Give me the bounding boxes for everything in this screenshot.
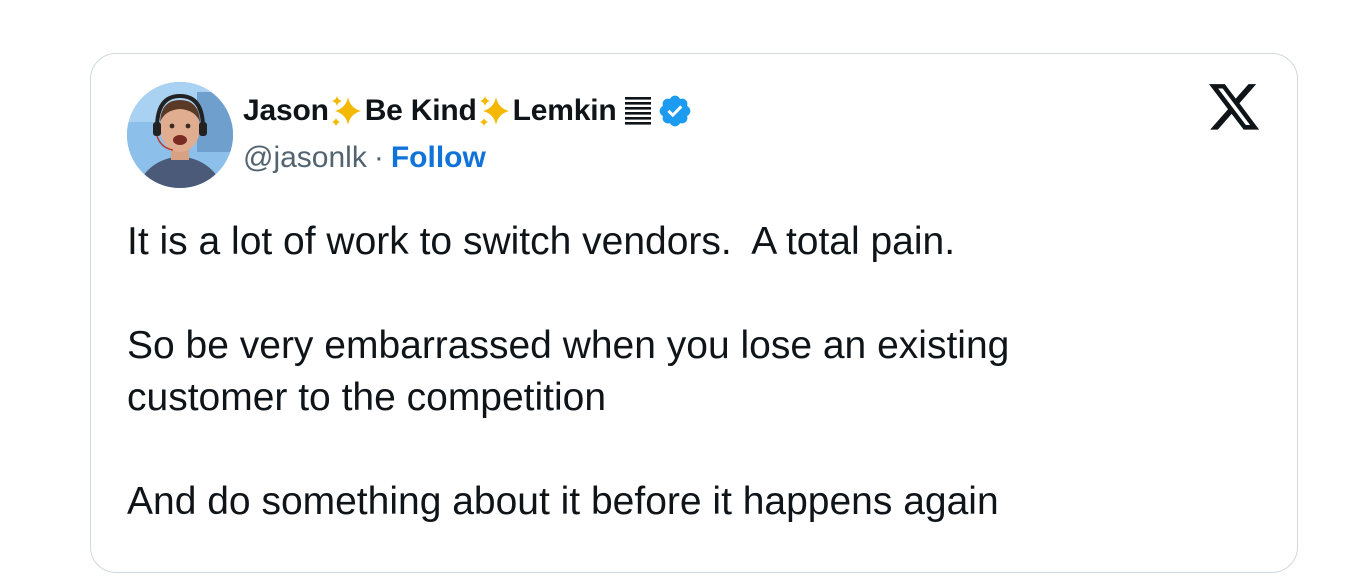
tweet-paragraph: So be very embarrassed when you lose an …: [127, 324, 1010, 419]
sparkles-icon: [330, 94, 364, 128]
author-name-part3: Lemkin: [512, 94, 617, 127]
sparkles-icon: [478, 94, 512, 128]
author-name-part2: Be Kind: [364, 94, 477, 127]
tweet-text: It is a lot of work to switch vendors. A…: [127, 216, 1247, 580]
follow-button[interactable]: Follow: [391, 141, 486, 175]
author-name-row[interactable]: Jason Be Kind Lemkin: [243, 90, 693, 132]
avatar[interactable]: [127, 82, 233, 188]
author-handle[interactable]: @jasonlk: [243, 141, 367, 175]
author-handle-row: @jasonlk · Follow: [243, 138, 486, 178]
tweet-paragraph: It is a lot of work to switch vendors. A…: [127, 220, 956, 263]
verified-badge-icon: [657, 93, 693, 129]
author-name-part1: Jason: [243, 94, 329, 127]
separator-dot: ·: [373, 141, 384, 174]
tweet-paragraph: And do something about it before it happ…: [127, 480, 999, 523]
list-lines-icon: [623, 93, 653, 129]
tweet-card: Jason Be Kind Lemkin @jasonlk · Follow I…: [90, 53, 1298, 573]
x-logo-icon[interactable]: [1209, 84, 1261, 132]
